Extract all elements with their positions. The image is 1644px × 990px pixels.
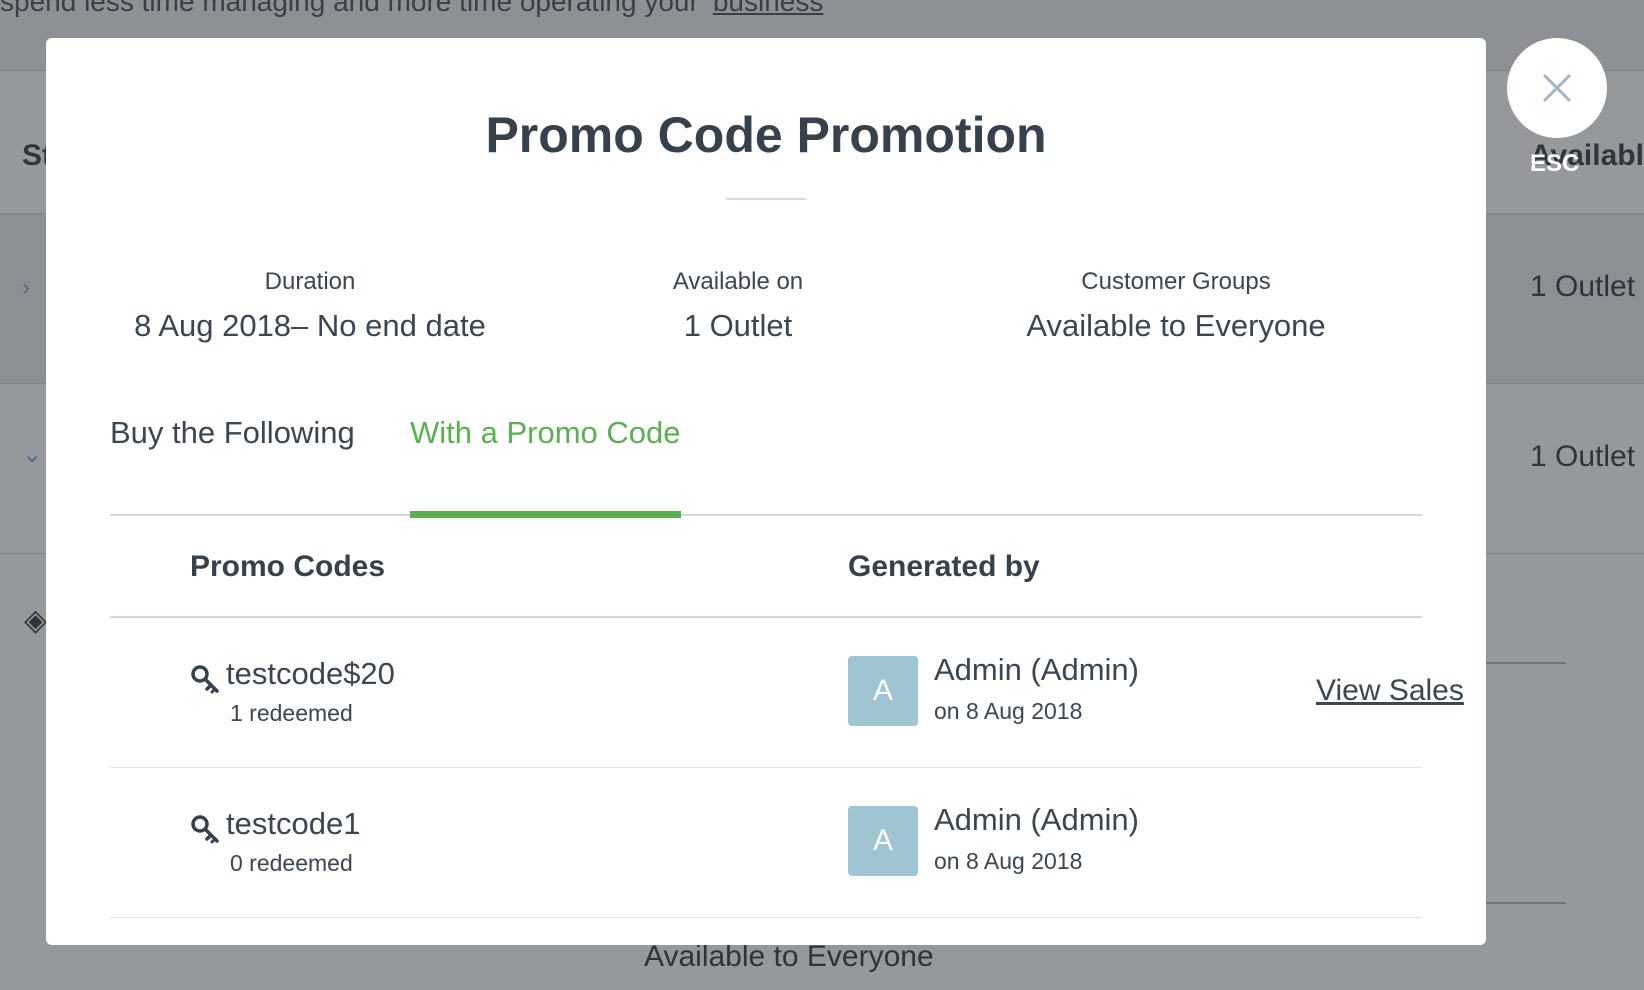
title-divider xyxy=(726,198,806,200)
summary-duration: Duration 8 Aug 2018– No end date xyxy=(110,268,510,344)
promotion-tabs: Buy the Following With a Promo Code xyxy=(110,398,1422,518)
tab-label: With a Promo Code xyxy=(410,415,681,450)
summary-value: Available to Everyone xyxy=(1026,308,1326,343)
background-bottom-text: Available to Everyone xyxy=(644,940,934,973)
summary-value: 1 Outlet xyxy=(683,308,793,343)
tab-buy-the-following[interactable]: Buy the Following xyxy=(110,398,355,516)
promotion-modal: Promo Code Promotion Duration 8 Aug 2018… xyxy=(46,38,1486,945)
chevron-right-icon: › xyxy=(22,274,30,301)
background-topbar-text: spend less time managing and more time o… xyxy=(0,0,823,18)
column-header-generated-by: Generated by xyxy=(848,550,1040,583)
close-button[interactable] xyxy=(1507,38,1607,138)
promotion-summary: Duration 8 Aug 2018– No end date Availab… xyxy=(110,268,1422,344)
background-row-outlets: 1 Outlet xyxy=(1530,270,1636,303)
chevron-down-icon: ⌄ xyxy=(22,441,43,468)
background-row-outlets: 1 Outlet xyxy=(1530,440,1636,473)
esc-label: ESC xyxy=(1530,150,1580,177)
avatar: A xyxy=(848,656,918,726)
tab-with-a-promo-code[interactable]: With a Promo Code xyxy=(410,398,681,518)
summary-label: Available on xyxy=(672,268,804,295)
close-icon xyxy=(1543,74,1571,102)
key-icon xyxy=(191,815,219,844)
background-topbar-link: business xyxy=(712,0,824,17)
promo-code-redeemed-count: 0 redeemed xyxy=(230,850,353,876)
generated-by-name: Admin (Admin) xyxy=(934,652,1139,687)
key-icon xyxy=(191,665,219,694)
promo-code-name: testcode1 xyxy=(226,806,361,841)
generated-by-name: Admin (Admin) xyxy=(934,802,1139,837)
avatar: A xyxy=(848,806,918,876)
column-header-promo-codes: Promo Codes xyxy=(190,550,386,583)
generated-date: on 8 Aug 2018 xyxy=(934,698,1083,724)
tag-icon: ◈ xyxy=(24,604,48,637)
summary-available-on: Available on 1 Outlet xyxy=(528,268,948,344)
summary-label: Customer Groups xyxy=(1081,268,1271,295)
table-row: testcode$20 1 redeemed A Admin (Admin) o… xyxy=(110,618,1464,768)
view-sales-link[interactable]: View Sales xyxy=(1316,674,1464,708)
modal-title: Promo Code Promotion xyxy=(485,107,1047,163)
summary-customer-groups: Customer Groups Available to Everyone xyxy=(966,268,1386,344)
summary-value: 8 Aug 2018– No end date xyxy=(134,308,486,343)
background-divider xyxy=(1486,662,1566,664)
promo-code-redeemed-count: 1 redeemed xyxy=(230,700,353,726)
generated-date: on 8 Aug 2018 xyxy=(934,848,1083,874)
background-divider xyxy=(1486,902,1566,904)
table-row: testcode1 0 redeemed A Admin (Admin) on … xyxy=(110,768,1422,918)
summary-label: Duration xyxy=(264,268,356,295)
promo-code-name: testcode$20 xyxy=(226,656,395,691)
promo-codes-table-header: Promo Codes Generated by xyxy=(110,516,1422,618)
